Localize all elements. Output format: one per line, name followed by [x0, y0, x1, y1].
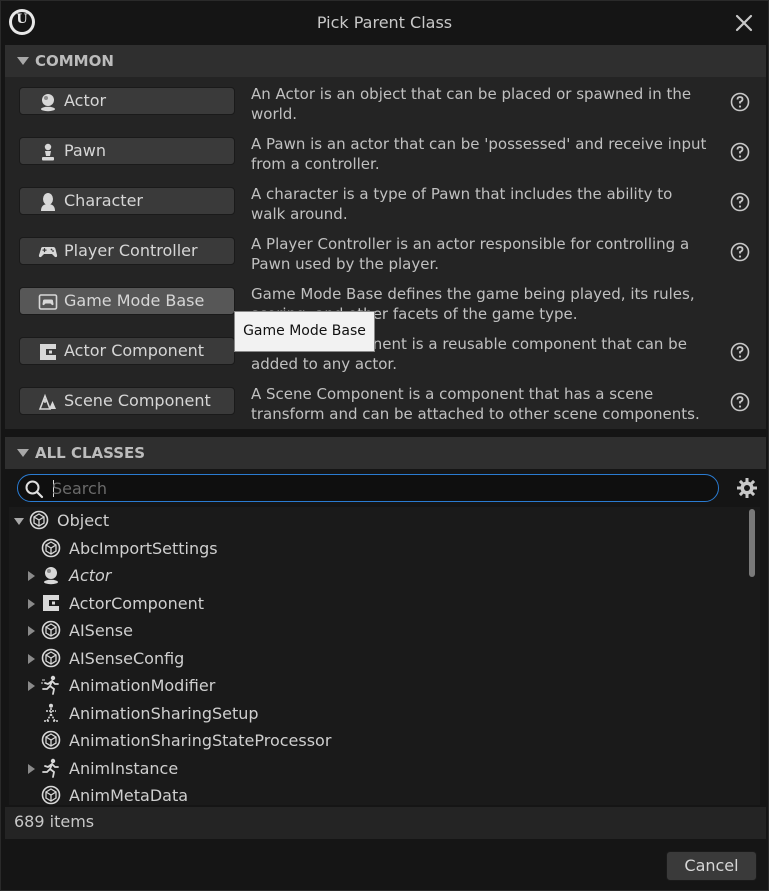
tree-item[interactable]: Actor: [9, 562, 747, 589]
expand-arrow-icon[interactable]: [28, 681, 35, 691]
dialog-footer: Cancel: [1, 839, 768, 890]
item-count-bar: 689 items: [5, 807, 766, 839]
actor-component-class-button[interactable]: Actor Component: [19, 337, 235, 365]
player-controller-class-button[interactable]: Player Controller: [19, 237, 235, 265]
actor-component-icon: [40, 344, 56, 360]
pick-parent-class-dialog: U Pick Parent Class COMMON Actor An Acto…: [0, 0, 769, 891]
item-count: 689 items: [14, 812, 95, 831]
cancel-button[interactable]: Cancel: [666, 851, 757, 881]
tree-item[interactable]: AnimationSharingStateProcessor: [9, 727, 747, 754]
tree-item[interactable]: Object: [9, 507, 747, 534]
expand-arrow-icon[interactable]: [28, 598, 35, 609]
actor-component-icon: [43, 594, 59, 611]
tree-item[interactable]: AISenseConfig: [9, 645, 747, 672]
character-description: A character is a type of Pawn that inclu…: [251, 185, 673, 223]
object-icon: [41, 785, 61, 805]
expand-arrow-icon[interactable]: [28, 571, 35, 581]
tree-item[interactable]: ActorComponent: [9, 590, 747, 617]
pawn-class-button[interactable]: Pawn: [19, 137, 235, 165]
object-icon: [41, 648, 61, 667]
common-classes-panel: Actor An Actor is an object that can be …: [5, 77, 766, 429]
object-icon: [41, 620, 61, 640]
character-icon: [41, 193, 55, 211]
object-icon: [41, 538, 61, 557]
common-row-pawn: Pawn A Pawn is an actor that can be 'pos…: [5, 127, 766, 177]
expand-arrow-icon[interactable]: [28, 626, 35, 636]
dialog-title: Pick Parent Class: [316, 13, 453, 32]
skeleton-icon: [44, 703, 58, 722]
search-icon: [25, 480, 44, 499]
search-field[interactable]: [17, 474, 719, 502]
scene-component-icon: [38, 393, 56, 410]
tree-item[interactable]: AnimationModifier: [9, 672, 747, 699]
common-row-actor-component: Actor Component An Actor Component is a …: [5, 327, 766, 377]
button-tooltip: Game Mode Base: [234, 311, 375, 352]
common-header-label: COMMON: [35, 52, 114, 70]
tree-scrollbar[interactable]: [749, 509, 755, 577]
actor-icon: [44, 567, 58, 585]
collapse-arrow-icon: [17, 449, 29, 457]
scene-component-class-button[interactable]: Scene Component: [19, 387, 235, 415]
game-mode-base-class-button[interactable]: Game Mode Base: [19, 287, 235, 315]
actor-description: An Actor is an object that can be placed…: [251, 85, 692, 123]
help-icon[interactable]: [730, 92, 750, 112]
help-icon[interactable]: [730, 142, 750, 162]
common-section-header[interactable]: COMMON: [5, 45, 766, 77]
character-class-button[interactable]: Character: [19, 187, 235, 215]
pawn-description: A Pawn is an actor that can be 'possesse…: [251, 135, 707, 173]
help-icon[interactable]: [730, 192, 750, 212]
scene-component-description: A Scene Component is a component that ha…: [251, 385, 700, 423]
search-row: [5, 469, 766, 507]
tree-item[interactable]: AnimationSharingSetup: [9, 700, 747, 727]
running-icon: [42, 758, 59, 778]
game-mode-icon: [38, 294, 58, 310]
help-icon[interactable]: [730, 342, 750, 362]
class-tree[interactable]: Object AbcImportSettings Actor ActorComp…: [9, 507, 760, 805]
help-icon[interactable]: [730, 242, 750, 262]
tree-item[interactable]: AnimMetaData: [9, 782, 747, 805]
common-row-player-controller: Player Controller A Player Controller is…: [5, 227, 766, 277]
all-classes-header-label: ALL CLASSES: [35, 444, 146, 462]
close-icon[interactable]: [732, 11, 756, 35]
search-input[interactable]: [52, 477, 702, 499]
help-icon[interactable]: [730, 392, 750, 412]
tree-item[interactable]: AbcImportSettings: [9, 535, 747, 562]
object-icon: [41, 730, 61, 750]
all-classes-section-header[interactable]: ALL CLASSES: [5, 437, 766, 469]
tree-item[interactable]: AISense: [9, 617, 747, 644]
expand-arrow-icon[interactable]: [28, 653, 35, 664]
collapse-arrow-icon: [17, 57, 29, 65]
object-icon: [29, 510, 49, 530]
title-bar[interactable]: U Pick Parent Class: [1, 1, 768, 45]
gamepad-icon: [38, 247, 58, 258]
common-row-game-mode-base: Game Mode Base Game Mode Base defines th…: [5, 277, 766, 327]
common-row-character: Character A character is a type of Pawn …: [5, 177, 766, 227]
actor-class-button[interactable]: Actor: [19, 87, 235, 115]
common-row-scene-component: Scene Component A Scene Component is a c…: [5, 377, 766, 427]
expand-arrow-icon[interactable]: [28, 763, 35, 774]
actor-icon: [41, 94, 55, 112]
pawn-icon: [42, 143, 54, 161]
player-controller-description: A Player Controller is an actor responsi…: [251, 235, 690, 273]
collapse-arrow-icon[interactable]: [14, 518, 24, 525]
running-icon: [41, 675, 59, 695]
common-row-actor: Actor An Actor is an object that can be …: [5, 77, 766, 127]
tree-item[interactable]: AnimInstance: [9, 755, 747, 782]
gear-icon[interactable]: [736, 477, 758, 499]
